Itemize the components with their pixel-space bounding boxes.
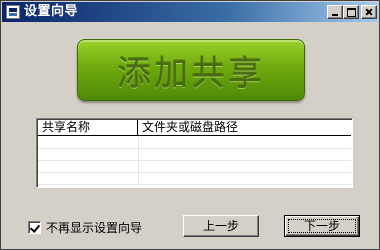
close-button[interactable] (361, 5, 377, 19)
next-step-button[interactable]: 下一步 (284, 215, 360, 237)
dont-show-again-checkbox[interactable] (28, 221, 41, 234)
dont-show-again-label: 不再显示设置向导 (46, 221, 143, 235)
column-header-folder-path[interactable]: 文件夹或磁盘路径 (138, 120, 351, 136)
table-row[interactable] (38, 149, 351, 161)
window-title: 设置向导 (24, 4, 79, 19)
column-header-share-name[interactable]: 共享名称 (38, 120, 138, 136)
table-row[interactable] (38, 173, 351, 185)
maximize-button[interactable] (343, 5, 359, 19)
prev-step-button[interactable]: 上一步 (183, 215, 259, 237)
next-step-label: 下一步 (303, 219, 340, 233)
table-row[interactable] (38, 137, 351, 149)
setup-wizard-window: 设置向导 添加共享 共享名称 文件夹或磁盘路径 不再显示设置向导 上一步 下一步 (0, 0, 380, 250)
minimize-button[interactable] (327, 5, 343, 19)
share-list[interactable]: 共享名称 文件夹或磁盘路径 (36, 118, 353, 188)
banner-text: 添加共享 (117, 53, 265, 94)
app-window-icon (6, 5, 20, 19)
table-row[interactable] (38, 161, 351, 173)
title-bar[interactable]: 设置向导 (2, 2, 378, 22)
add-share-banner[interactable]: 添加共享 (77, 39, 305, 101)
dont-show-again-option[interactable]: 不再显示设置向导 (28, 219, 142, 236)
share-list-header: 共享名称 文件夹或磁盘路径 (38, 120, 351, 136)
